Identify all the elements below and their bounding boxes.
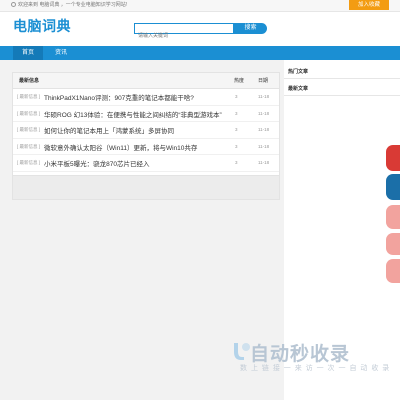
item-date: 11-18 [258, 110, 270, 116]
float-home-button[interactable] [386, 174, 400, 200]
item-title[interactable]: 如何让你的笔记本用上「鸿蒙系统」多屏协同 [44, 125, 174, 135]
views-column-header: 热度 [234, 78, 245, 84]
latest-articles-title: 最新文章 [288, 86, 309, 92]
welcome-notice-text: 欢迎来到 电脑词典 ，一个专业电脑知识学习网站! [18, 2, 128, 8]
watermark-main-text: 自动秒收录 [250, 344, 351, 365]
item-views: 3 [235, 94, 238, 99]
sidebar-divider [284, 95, 400, 96]
search-box [134, 23, 237, 41]
float-top-button[interactable] [386, 259, 400, 283]
pagination-area [12, 176, 280, 200]
nav-item-news[interactable]: 资讯 [46, 46, 76, 60]
item-category[interactable]: [ 最新信息 ] [17, 127, 40, 133]
article-list: 最新信息 热度 日期 [ 最新信息 ] ThinkPadX1Nano评测：907… [12, 72, 280, 176]
item-views: 3 [235, 127, 238, 132]
date-column-header: 日期 [258, 78, 269, 84]
article-list-header: 最新信息 热度 日期 [13, 73, 279, 89]
watermark: 自动秒收录 数 上 链 接 一 来 访 一 次 一 自 动 收 录 [230, 339, 395, 379]
hot-articles-title: 热门文章 [288, 69, 309, 75]
item-date: 11-18 [258, 160, 270, 165]
list-item[interactable]: [ 最新信息 ] 华硕ROG 幻13体验：在便携与性能之间纠结的“非典型游戏本”… [13, 106, 279, 122]
item-views: 3 [235, 110, 238, 116]
list-item[interactable]: [ 最新信息 ] ThinkPadX1Nano评测：907克重的笔记本都能干啥?… [13, 89, 279, 106]
item-title[interactable]: 华硕ROG 幻13体验：在便携与性能之间纠结的“非典型游戏本” [44, 109, 222, 119]
add-favorite-button[interactable]: 加入收藏 [349, 0, 389, 10]
main-nav: 首页 资讯 [0, 46, 400, 60]
list-item[interactable]: [ 最新信息 ] 小米平板5曝光：骁龙870芯片已经入 3 11-18 [13, 155, 279, 172]
float-share-button[interactable] [386, 145, 400, 171]
sidebar-divider [284, 78, 400, 79]
float-contact-button[interactable] [386, 205, 400, 229]
logo-mark-icon [234, 343, 250, 360]
item-views: 3 [235, 160, 238, 165]
item-date: 11-18 [258, 143, 270, 149]
welcome-notice: 欢迎来到 电脑词典 ，一个专业电脑知识学习网站! [11, 1, 127, 10]
float-comment-button[interactable] [386, 233, 400, 255]
item-category[interactable]: [ 最新信息 ] [17, 160, 40, 166]
top-bar: 欢迎来到 电脑词典 ，一个专业电脑知识学习网站! 加入收藏 [0, 0, 400, 12]
search-input[interactable] [135, 31, 237, 41]
watermark-sub-text: 数 上 链 接 一 来 访 一 次 一 自 动 收 录 [240, 365, 391, 372]
site-logo[interactable]: 电脑词典 [13, 16, 71, 36]
item-category[interactable]: [ 最新信息 ] [17, 94, 40, 100]
search-button[interactable]: 搜索 [234, 23, 267, 34]
list-title: 最新信息 [19, 78, 40, 84]
item-date: 11-18 [258, 94, 270, 99]
item-views: 3 [235, 143, 238, 149]
list-item[interactable]: [ 最新信息 ] 微软意外确认太阳谷（Win11）更新，将与Win10共存 3 … [13, 139, 279, 155]
home-icon [11, 2, 16, 8]
item-title[interactable]: 微软意外确认太阳谷（Win11）更新，将与Win10共存 [44, 142, 197, 152]
item-date: 11-18 [258, 127, 270, 132]
item-category[interactable]: [ 最新信息 ] [17, 144, 40, 150]
item-title[interactable]: ThinkPadX1Nano评测：907克重的笔记本都能干啥? [44, 92, 194, 102]
nav-item-home[interactable]: 首页 [13, 46, 43, 60]
item-title[interactable]: 小米平板5曝光：骁龙870芯片已经入 [44, 158, 149, 168]
list-item[interactable]: [ 最新信息 ] 如何让你的笔记本用上「鸿蒙系统」多屏协同 3 11-18 [13, 122, 279, 139]
item-category[interactable]: [ 最新信息 ] [17, 111, 40, 117]
